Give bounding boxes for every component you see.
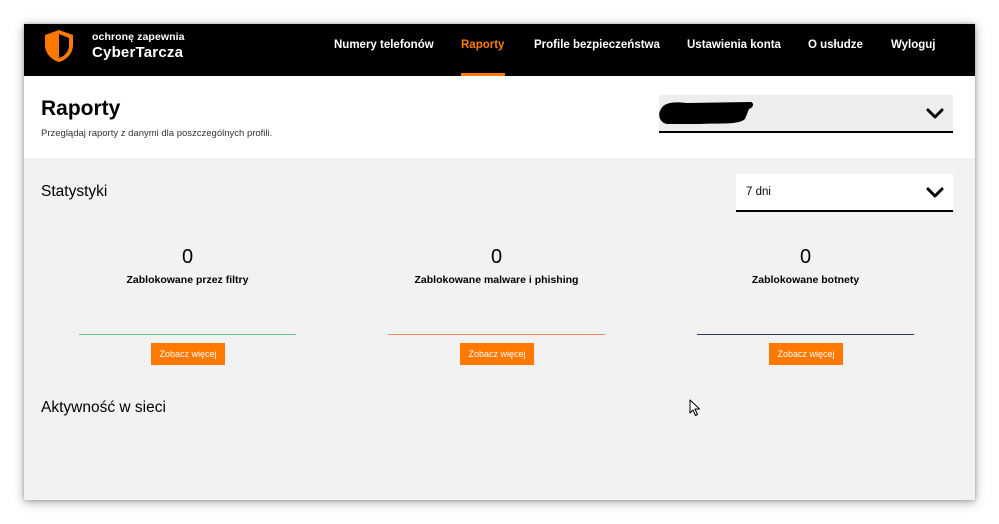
see-more-button[interactable]: Zobacz więcej [769,343,843,365]
see-more-button[interactable]: Zobacz więcej [151,343,225,365]
redacted-value [659,102,754,124]
nav-profile-bezpieczenstwa[interactable]: Profile bezpieczeństwa [534,39,660,51]
nav-numery-telefonow[interactable]: Numery telefonów [334,39,434,51]
brand-tagline: ochronę zapewnia [92,31,185,43]
nav-raporty[interactable]: Raporty [461,39,504,51]
stat-label: Zablokowane przez filtry [126,274,249,286]
stat-value: 0 [799,246,812,268]
page-title: Raporty [41,97,121,120]
shield-logo-icon[interactable] [44,29,74,63]
page-header: Raporty Przeglądaj raporty z danymi dla … [24,76,975,158]
stat-trend-line [697,334,914,335]
app-window: ochronę zapewnia CyberTarcza Numery tele… [24,24,975,500]
chevron-down-icon [926,108,944,119]
page-subtitle: Przeglądaj raporty z danymi dla poszczeg… [41,128,273,139]
stat-value: 0 [490,246,503,268]
top-navigation: ochronę zapewnia CyberTarcza Numery tele… [24,24,975,76]
nav-wyloguj[interactable]: Wyloguj [891,39,936,51]
activity-section-title: Aktywność w sieci [41,399,166,416]
nav-o-usludze[interactable]: O usłudze [808,39,863,51]
mouse-cursor-icon [689,399,700,416]
stat-label: Zablokowane malware i phishing [414,274,579,286]
brand-name: CyberTarcza [92,44,184,61]
chevron-down-icon [926,187,944,198]
profile-select[interactable] [659,95,953,133]
stat-value: 0 [181,246,194,268]
period-select-value: 7 dni [746,186,771,198]
period-select[interactable]: 7 dni [736,174,953,212]
stat-label: Zablokowane botnety [751,274,860,286]
stat-trend-line [388,334,605,335]
see-more-button[interactable]: Zobacz więcej [460,343,534,365]
stats-section-title: Statystyki [41,183,108,200]
stat-trend-line [79,334,296,335]
nav-ustawienia-konta[interactable]: Ustawienia konta [687,39,781,51]
